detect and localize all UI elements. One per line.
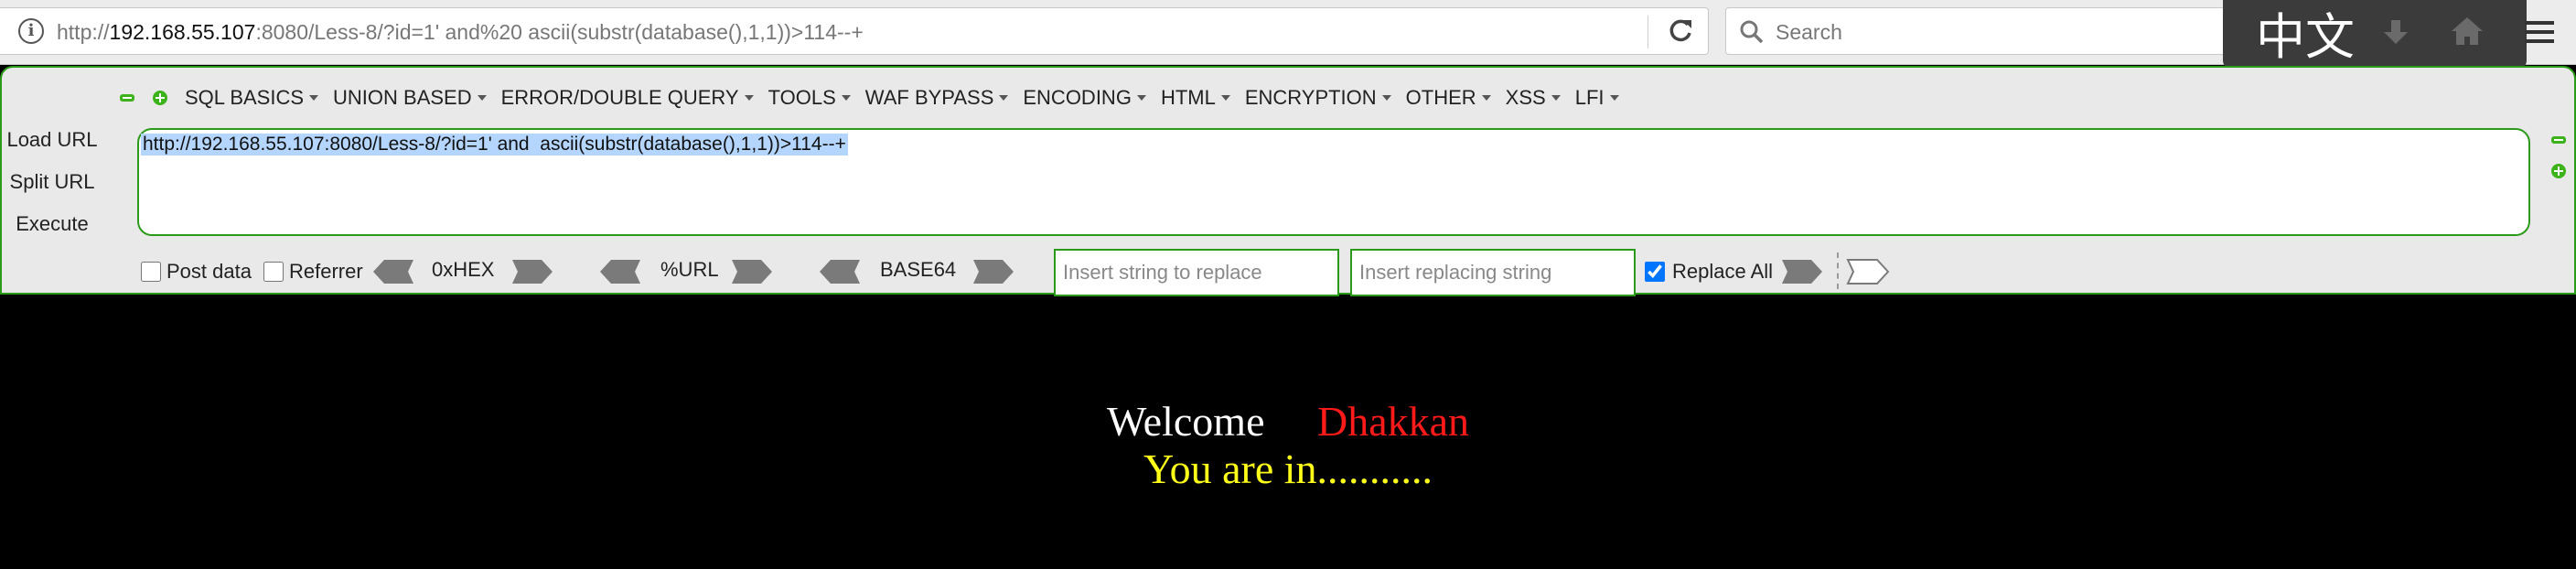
referrer-checkbox[interactable] <box>263 262 284 282</box>
menu-encryption[interactable]: ENCRYPTION <box>1245 86 1391 110</box>
download-icon[interactable] <box>2380 16 2411 48</box>
url-scheme: http:// <box>57 20 110 44</box>
info-icon[interactable]: i <box>18 18 44 44</box>
hackbar-menu: SQL BASICS UNION BASED ERROR/DOUBLE QUER… <box>119 82 1634 113</box>
home-icon[interactable] <box>2450 15 2485 48</box>
hackbar-panel: SQL BASICS UNION BASED ERROR/DOUBLE QUER… <box>0 66 2576 296</box>
replacing-string-input[interactable] <box>1350 249 1636 296</box>
textarea-grow-icon[interactable] <box>2550 163 2567 179</box>
split-url-button[interactable]: Split URL <box>2 170 102 194</box>
base64-decode-arrow-icon[interactable] <box>818 258 862 285</box>
url-host: 192.168.55.107 <box>109 20 256 44</box>
url-encode-arrow-icon[interactable] <box>730 258 774 285</box>
menu-union-based[interactable]: UNION BASED <box>333 86 487 110</box>
url-bar[interactable]: i http://192.168.55.107:8080/Less-8/?id=… <box>0 7 1709 55</box>
menu-waf-bypass[interactable]: WAF BYPASS <box>865 86 1009 110</box>
replace-apply-arrow-icon[interactable] <box>1780 258 1824 285</box>
page-content: Welcome Dhakkan You are in........... <box>0 296 2576 569</box>
hackbar-options-row: Post data Referrer 0xHEX %URL BASE64 Rep… <box>2 247 2576 296</box>
execute-button[interactable]: Execute <box>2 212 102 236</box>
login-status-text: You are in........... <box>1143 446 1433 492</box>
referrer-label: Referrer <box>289 260 363 283</box>
url-path: :8080/Less-8/?id=1' and%20 ascii(substr(… <box>255 20 864 44</box>
welcome-name: Dhakkan <box>1316 398 1470 445</box>
load-url-button[interactable]: Load URL <box>2 128 102 152</box>
search-input[interactable] <box>1774 16 2216 48</box>
replace-all-label: Replace All <box>1672 260 1774 283</box>
search-icon <box>1740 20 1764 44</box>
search-bar[interactable] <box>1725 7 2238 55</box>
menu-sql-basics[interactable]: SQL BASICS <box>185 86 318 110</box>
hex-decode-arrow-icon[interactable] <box>371 258 415 285</box>
menu-xss[interactable]: XSS <box>1506 86 1561 110</box>
replace-all-checkbox[interactable] <box>1645 262 1665 282</box>
url-text[interactable]: http://192.168.55.107:8080/Less-8/?id=1'… <box>57 20 864 45</box>
menu-html[interactable]: HTML <box>1161 86 1230 110</box>
hackbar-url-textarea[interactable]: http://192.168.55.107:8080/Less-8/?id=1'… <box>137 128 2530 236</box>
menu-encoding[interactable]: ENCODING <box>1023 86 1146 110</box>
post-data-label: Post data <box>166 260 252 283</box>
menu-other[interactable]: OTHER <box>1406 86 1491 110</box>
reload-icon[interactable] <box>1663 14 1698 48</box>
string-to-replace-input[interactable] <box>1054 249 1339 296</box>
hamburger-menu-icon[interactable] <box>2525 18 2554 46</box>
ime-indicator: 中文 <box>2223 0 2527 70</box>
hackbar-collapse-icon[interactable] <box>119 90 135 106</box>
hex-label: 0xHEX <box>432 258 495 281</box>
options-divider <box>1837 252 1839 289</box>
textarea-selected-text: http://192.168.55.107:8080/Less-8/?id=1'… <box>141 134 848 156</box>
menu-lfi[interactable]: LFI <box>1575 86 1619 110</box>
post-data-checkbox[interactable] <box>141 262 161 282</box>
url-decode-arrow-icon[interactable] <box>598 258 642 285</box>
base64-encode-arrow-icon[interactable] <box>971 258 1015 285</box>
menu-tools[interactable]: TOOLS <box>768 86 851 110</box>
url-label: %URL <box>660 258 719 281</box>
browser-toolbar: i http://192.168.55.107:8080/Less-8/?id=… <box>0 0 2576 70</box>
base64-label: BASE64 <box>880 258 957 281</box>
hackbar-expand-icon[interactable] <box>152 90 168 106</box>
welcome-word: Welcome <box>1106 398 1265 445</box>
textarea-shrink-icon[interactable] <box>2550 132 2567 148</box>
hex-encode-arrow-icon[interactable] <box>510 258 554 285</box>
menu-error-double-query[interactable]: ERROR/DOUBLE QUERY <box>501 86 754 110</box>
welcome-line: Welcome Dhakkan <box>0 397 2576 446</box>
replace-reverse-arrow-icon[interactable] <box>1846 258 1890 285</box>
ime-label: 中文 <box>2256 8 2355 66</box>
